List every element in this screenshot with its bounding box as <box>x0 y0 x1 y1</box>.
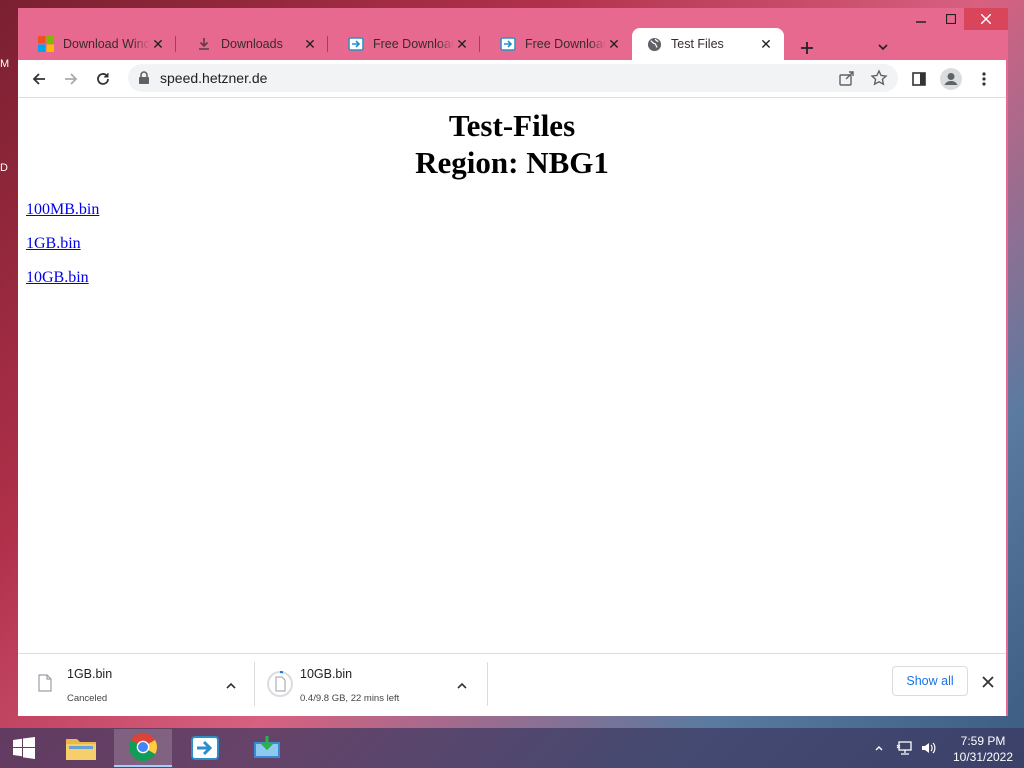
file-link-10gb[interactable]: 10GB.bin <box>26 269 89 287</box>
page-title: Test-Files <box>448 108 576 143</box>
clock-time: 7:59 PM <box>960 734 1006 748</box>
download-filename: 10GB.bin <box>300 667 353 681</box>
freedownload-app-icon <box>500 36 516 52</box>
address-bar[interactable]: speed.hetzner.de <box>128 64 898 92</box>
close-icon <box>982 676 994 688</box>
browser-toolbar: speed.hetzner.de <box>18 60 1006 97</box>
url-text[interactable]: speed.hetzner.de <box>160 70 267 86</box>
tab-label: Free Download I <box>525 37 606 51</box>
download-item[interactable]: 10GB.bin 0.4/9.8 GB, 22 mins left <box>262 660 486 710</box>
close-tab-icon[interactable]: ✕ <box>302 36 318 52</box>
windows-logo-icon <box>38 36 54 52</box>
taskbar-free-download-manager[interactable] <box>176 729 234 767</box>
arrow-left-icon <box>32 73 45 85</box>
desktop-edge-letter: D <box>0 162 8 174</box>
taskbar-downloader-app[interactable] <box>238 729 296 767</box>
bookmark-star-icon[interactable] <box>870 69 888 92</box>
tab-free-download-1[interactable]: Free Download I ✕ <box>328 28 480 60</box>
tab-bar: Download Wind ✕ Downloads ✕ Free Downloa… <box>18 20 1008 60</box>
avatar-icon <box>940 68 962 90</box>
plus-icon <box>801 42 813 54</box>
file-icon <box>38 674 52 697</box>
reload-icon <box>97 73 109 85</box>
network-icon[interactable] <box>896 728 914 768</box>
tab-test-files[interactable]: Test Files ✕ <box>632 28 784 60</box>
tab-free-download-2[interactable]: Free Download I ✕ <box>480 28 632 60</box>
side-panel-icon <box>912 72 926 86</box>
download-icon <box>196 36 212 52</box>
tab-downloads[interactable]: Downloads ✕ <box>176 28 328 60</box>
file-link-100mb[interactable]: 100MB.bin <box>26 201 99 219</box>
forward-button[interactable] <box>58 66 84 92</box>
new-tab-button[interactable] <box>796 38 818 60</box>
chevron-up-icon <box>875 746 883 751</box>
freedownload-app-icon <box>348 36 364 52</box>
folder-icon <box>66 739 96 760</box>
show-hidden-icons-button[interactable] <box>874 728 884 768</box>
clock-date: 10/31/2022 <box>952 750 1014 764</box>
close-tab-icon[interactable]: ✕ <box>606 36 622 52</box>
menu-button[interactable] <box>971 66 997 92</box>
page-subtitle: Region: NBG1 <box>415 145 609 180</box>
back-button[interactable] <box>26 66 52 92</box>
share-icon[interactable] <box>838 69 856 92</box>
chevron-down-icon <box>878 44 888 51</box>
more-vertical-icon <box>982 72 986 86</box>
taskbar-file-explorer[interactable] <box>52 729 110 767</box>
close-tab-icon[interactable]: ✕ <box>150 36 166 52</box>
tab-download-windows[interactable]: Download Wind ✕ <box>18 28 176 60</box>
chevron-up-icon[interactable] <box>455 679 469 693</box>
chevron-up-icon[interactable] <box>224 679 238 693</box>
clock[interactable]: 7:59 PM 10/31/2022 <box>944 733 1022 765</box>
tab-label: Downloads <box>221 37 283 51</box>
freedownload-app-icon <box>191 736 219 760</box>
tab-label: Test Files <box>671 37 724 51</box>
close-tab-icon[interactable]: ✕ <box>758 36 774 52</box>
close-shelf-button[interactable] <box>978 672 998 692</box>
show-all-button[interactable]: Show all <box>892 666 968 696</box>
file-link-1gb[interactable]: 1GB.bin <box>26 235 81 253</box>
tab-label: Free Download I <box>373 37 454 51</box>
tab-search-button[interactable] <box>876 40 896 60</box>
lock-icon[interactable] <box>138 71 150 90</box>
profile-button[interactable] <box>938 66 964 92</box>
download-shelf: 1GB.bin Canceled 10GB.bin 0.4/9.8 GB, 22… <box>18 653 1006 716</box>
reload-button[interactable] <box>90 66 116 92</box>
chrome-icon <box>128 733 157 762</box>
globe-icon <box>646 36 662 52</box>
taskbar-chrome[interactable] <box>114 729 172 767</box>
side-panel-button[interactable] <box>906 66 932 92</box>
download-filename: 1GB.bin <box>67 667 113 681</box>
download-status: 0.4/9.8 GB, 22 mins left <box>300 693 400 704</box>
download-status: Canceled <box>67 693 108 704</box>
arrow-right-icon <box>65 73 78 85</box>
tab-label: Download Wind <box>63 37 150 51</box>
download-app-icon <box>254 736 280 758</box>
page-content: Test-Files Region: NBG1 100MB.bin 1GB.bi… <box>18 97 1006 654</box>
taskbar: 7:59 PM 10/31/2022 <box>0 728 1024 768</box>
volume-icon[interactable] <box>920 728 938 768</box>
desktop-edge-letter: M <box>0 58 10 70</box>
windows-start-icon <box>13 737 35 759</box>
download-item[interactable]: 1GB.bin Canceled <box>28 660 254 710</box>
close-tab-icon[interactable]: ✕ <box>454 36 470 52</box>
start-button[interactable] <box>0 729 48 767</box>
download-progress-ring <box>266 670 294 703</box>
browser-window: Download Wind ✕ Downloads ✕ Free Downloa… <box>18 8 1008 716</box>
